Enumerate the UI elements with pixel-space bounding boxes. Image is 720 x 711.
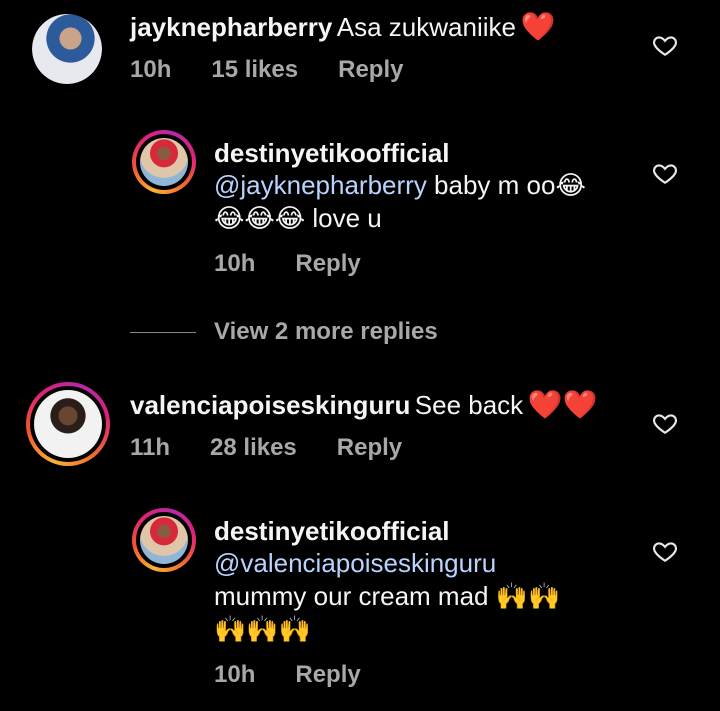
reply-button[interactable]: Reply <box>295 661 360 689</box>
raising-hands-emoji: 🙌🙌🙌 <box>214 614 312 644</box>
comment-username[interactable]: valenciapoiseskinguru <box>130 390 410 420</box>
comment-text: Asa zukwaniike <box>336 12 516 42</box>
comment-likes[interactable]: 15 likes <box>211 56 298 84</box>
reply-button[interactable]: Reply <box>295 250 360 278</box>
reply-button[interactable]: Reply <box>337 434 402 462</box>
comment-username[interactable]: jayknepharberry <box>130 12 332 42</box>
comment-body: jayknepharberry Asa zukwaniike ❤️ <box>130 10 555 44</box>
profile-photo <box>140 516 188 564</box>
comment-meta: 11h 28 likes Reply <box>130 434 402 462</box>
reply-meta: 10h Reply <box>214 661 361 689</box>
like-heart-icon[interactable] <box>652 538 678 564</box>
profile-photo <box>32 14 102 84</box>
comment-time: 11h <box>130 434 171 461</box>
comment-meta: 10h 15 likes Reply <box>130 56 403 84</box>
avatar[interactable] <box>26 382 110 466</box>
comment-text: See back <box>414 390 524 420</box>
like-heart-icon[interactable] <box>652 160 678 186</box>
laughing-emoji: 😂😂😂 <box>214 203 306 233</box>
like-heart-icon[interactable] <box>652 410 678 436</box>
reply-body: destinyetikoofficial @valenciapoisesking… <box>214 516 560 646</box>
reply-text: mummy our cream mad <box>214 581 496 611</box>
mention-link[interactable]: @jayknepharberry <box>214 170 427 200</box>
avatar[interactable] <box>132 130 196 194</box>
laughing-emoji: 😂 <box>555 170 586 200</box>
reply-button[interactable]: Reply <box>338 56 403 84</box>
reply-body: destinyetikoofficial @jayknepharberry ba… <box>214 138 586 235</box>
reply-meta: 10h Reply <box>214 250 361 278</box>
mention-link[interactable]: @valenciapoiseskinguru <box>214 548 496 578</box>
profile-photo <box>34 390 102 458</box>
avatar[interactable] <box>132 508 196 572</box>
reply-text: baby m oo <box>426 170 556 200</box>
raising-hands-emoji: 🙌🙌 <box>495 581 561 611</box>
profile-photo <box>140 138 188 186</box>
reply-time: 10h <box>214 250 256 277</box>
comment-likes[interactable]: 28 likes <box>210 434 297 462</box>
red-heart-emoji: ❤️ <box>520 11 556 42</box>
reply-time: 10h <box>214 661 256 688</box>
like-heart-icon[interactable] <box>652 32 678 58</box>
comment-body: valenciapoiseskinguru See back ❤️❤️ <box>130 388 597 422</box>
red-heart-emoji: ❤️❤️ <box>527 389 598 420</box>
avatar[interactable] <box>32 14 102 84</box>
reply-text: love u <box>305 203 382 233</box>
view-more-replies-button[interactable]: View 2 more replies <box>130 318 438 346</box>
reply-username[interactable]: destinyetikoofficial <box>214 138 586 169</box>
divider-line <box>130 331 196 333</box>
comment-time: 10h <box>130 56 172 83</box>
reply-username[interactable]: destinyetikoofficial <box>214 516 560 547</box>
view-more-label: View 2 more replies <box>214 318 438 345</box>
